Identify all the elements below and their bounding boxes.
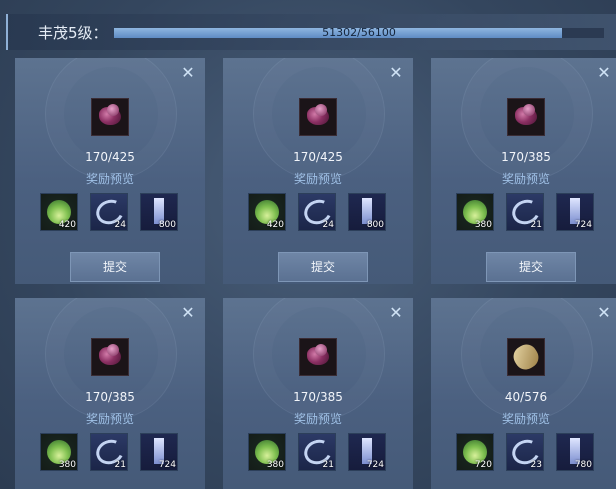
reward-preview-label: 奖励预览 xyxy=(501,172,550,186)
reward-qty: 724 xyxy=(366,460,384,470)
green-leaf-icon[interactable]: 380 xyxy=(40,433,78,471)
reward-qty: 24 xyxy=(114,220,126,230)
reward-qty: 724 xyxy=(158,460,176,470)
close-icon[interactable]: ✕ xyxy=(387,64,405,82)
wood-scroll-icon[interactable] xyxy=(507,338,545,376)
blue-swirl-icon[interactable]: 24 xyxy=(298,193,336,231)
reward-list: 380 21 724 xyxy=(248,433,388,471)
task-card: ✕ 170/385 奖励预览 380 21 724 提交 xyxy=(431,58,616,284)
close-icon[interactable]: ✕ xyxy=(595,304,613,322)
task-card: ✕ 170/385 奖励预览 380 21 724 xyxy=(15,298,205,489)
reward-list: 380 21 724 xyxy=(456,193,596,231)
reward-qty: 21 xyxy=(322,460,334,470)
green-leaf-icon[interactable]: 420 xyxy=(248,193,286,231)
close-icon[interactable]: ✕ xyxy=(179,64,197,82)
item-count: 170/425 xyxy=(85,150,135,164)
reward-qty: 380 xyxy=(474,220,492,230)
purple-gem-icon[interactable] xyxy=(91,338,129,376)
close-icon[interactable]: ✕ xyxy=(179,304,197,322)
purple-gem-icon[interactable] xyxy=(299,98,337,136)
reward-qty: 420 xyxy=(266,220,284,230)
task-card: ✕ 170/385 奖励预览 380 21 724 xyxy=(223,298,413,489)
reward-qty: 800 xyxy=(158,220,176,230)
green-leaf-icon[interactable]: 720 xyxy=(456,433,494,471)
submit-button[interactable]: 提交 xyxy=(70,252,160,282)
submit-button[interactable]: 提交 xyxy=(486,252,576,282)
blue-swirl-icon[interactable]: 23 xyxy=(506,433,544,471)
green-leaf-icon[interactable]: 380 xyxy=(248,433,286,471)
submit-button[interactable]: 提交 xyxy=(278,252,368,282)
green-leaf-icon[interactable]: 420 xyxy=(40,193,78,231)
close-icon[interactable]: ✕ xyxy=(387,304,405,322)
item-count: 170/385 xyxy=(293,390,343,404)
task-card: ✕ 40/576 奖励预览 720 23 780 xyxy=(431,298,616,489)
crystal-pillar-icon[interactable]: 724 xyxy=(140,433,178,471)
blue-swirl-icon[interactable]: 21 xyxy=(90,433,128,471)
level-progress-bar: 51302/56100 xyxy=(114,26,604,39)
reward-list: 380 21 724 xyxy=(40,433,180,471)
reward-preview-label: 奖励预览 xyxy=(85,412,134,426)
crystal-pillar-icon[interactable]: 780 xyxy=(556,433,594,471)
reward-list: 720 23 780 xyxy=(456,433,596,471)
green-leaf-icon[interactable]: 380 xyxy=(456,193,494,231)
reward-preview-label: 奖励预览 xyxy=(293,172,342,186)
item-count: 170/425 xyxy=(293,150,343,164)
item-count: 170/385 xyxy=(501,150,551,164)
purple-gem-icon[interactable] xyxy=(299,338,337,376)
purple-gem-icon[interactable] xyxy=(91,98,129,136)
reward-qty: 724 xyxy=(574,220,592,230)
item-count: 40/576 xyxy=(504,390,548,404)
crystal-pillar-icon[interactable]: 800 xyxy=(140,193,178,231)
reward-qty: 420 xyxy=(58,220,76,230)
crystal-pillar-icon[interactable]: 724 xyxy=(348,433,386,471)
reward-qty: 720 xyxy=(474,460,492,470)
reward-list: 420 24 800 xyxy=(40,193,180,231)
reward-qty: 380 xyxy=(58,460,76,470)
level-progress-bar-panel: 丰茂5级： 51302/56100 xyxy=(6,14,616,50)
reward-preview-label: 奖励预览 xyxy=(293,412,342,426)
reward-preview-label: 奖励预览 xyxy=(85,172,134,186)
reward-qty: 23 xyxy=(530,460,542,470)
reward-qty: 380 xyxy=(266,460,284,470)
level-label: 丰茂5级： xyxy=(38,24,108,42)
reward-qty: 800 xyxy=(366,220,384,230)
blue-swirl-icon[interactable]: 21 xyxy=(506,193,544,231)
close-icon[interactable]: ✕ xyxy=(595,64,613,82)
reward-qty: 21 xyxy=(114,460,126,470)
reward-qty: 21 xyxy=(530,220,542,230)
item-count: 170/385 xyxy=(85,390,135,404)
reward-qty: 24 xyxy=(322,220,334,230)
blue-swirl-icon[interactable]: 21 xyxy=(298,433,336,471)
crystal-pillar-icon[interactable]: 724 xyxy=(556,193,594,231)
blue-swirl-icon[interactable]: 24 xyxy=(90,193,128,231)
reward-preview-label: 奖励预览 xyxy=(501,412,550,426)
progress-text: 51302/56100 xyxy=(322,26,396,39)
reward-qty: 780 xyxy=(574,460,592,470)
crystal-pillar-icon[interactable]: 800 xyxy=(348,193,386,231)
purple-gem-icon[interactable] xyxy=(507,98,545,136)
task-card: ✕ 170/425 奖励预览 420 24 800 提交 xyxy=(15,58,205,284)
task-card: ✕ 170/425 奖励预览 420 24 800 提交 xyxy=(223,58,413,284)
reward-list: 420 24 800 xyxy=(248,193,388,231)
